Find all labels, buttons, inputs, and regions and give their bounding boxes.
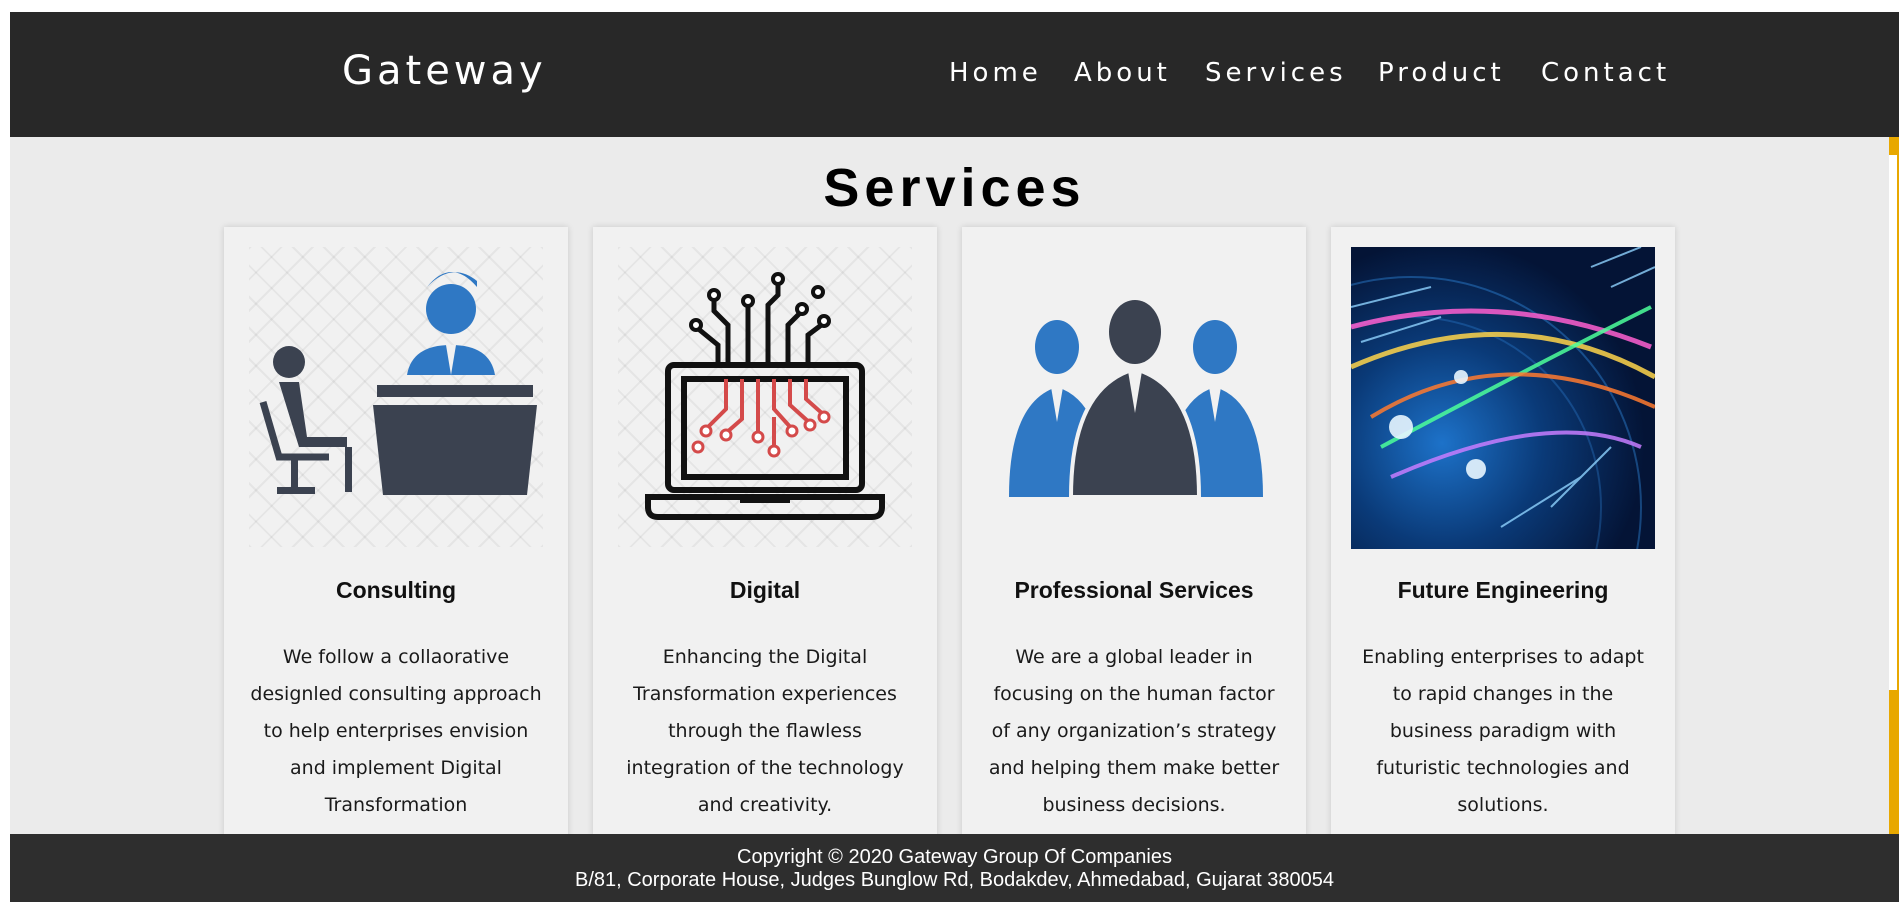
card-text: Enabling enterprises to adapt to rapid c… [1362,646,1644,816]
footer-address: B/81, Corporate House, Judges Bunglow Rd… [574,869,1334,891]
card-title: Digital [729,577,801,603]
service-card-professional-services: Professional Services We are a global le… [962,227,1306,867]
section-title: Services [823,158,1086,218]
nav-link-contact[interactable]: Contact [1541,58,1670,88]
card-text: We are a global leader in focusing on th… [988,646,1280,816]
footer-copyright: Copyright © 2020 Gateway Group Of Compan… [737,846,1172,868]
nav-link-services[interactable]: Services [1205,58,1347,88]
service-card-future-engineering: Future Engineering Enabling enterprises … [1331,227,1675,867]
navbar: Gateway Home About Services Product Cont… [10,12,1899,137]
card-title: Professional Services [1014,577,1254,603]
nav-menu: Home About Services Product Contact [10,58,1899,98]
footer: Copyright © 2020 Gateway Group Of Compan… [10,834,1899,902]
card-text: We follow a collaorative designled consu… [250,646,542,816]
service-card-digital: Digital Enhancing the Digital Transforma… [593,227,937,867]
service-card-consulting: Consulting We follow a collaorative desi… [224,227,568,867]
nav-link-about[interactable]: About [1074,58,1171,88]
scrollbar-thumb[interactable] [1889,155,1897,690]
laptop-circuit-icon [618,247,912,547]
card-title: Future Engineering [1397,577,1609,603]
card-title: Consulting [335,577,457,603]
nav-link-product[interactable]: Product [1378,58,1505,88]
globe-network-image [1351,247,1655,549]
page-frame: Gateway Home About Services Product Cont… [10,12,1899,902]
team-icon [987,247,1281,547]
nav-link-home[interactable]: Home [949,58,1042,88]
card-text: Enhancing the Digital Transformation exp… [626,646,904,816]
consulting-icon [249,247,543,547]
